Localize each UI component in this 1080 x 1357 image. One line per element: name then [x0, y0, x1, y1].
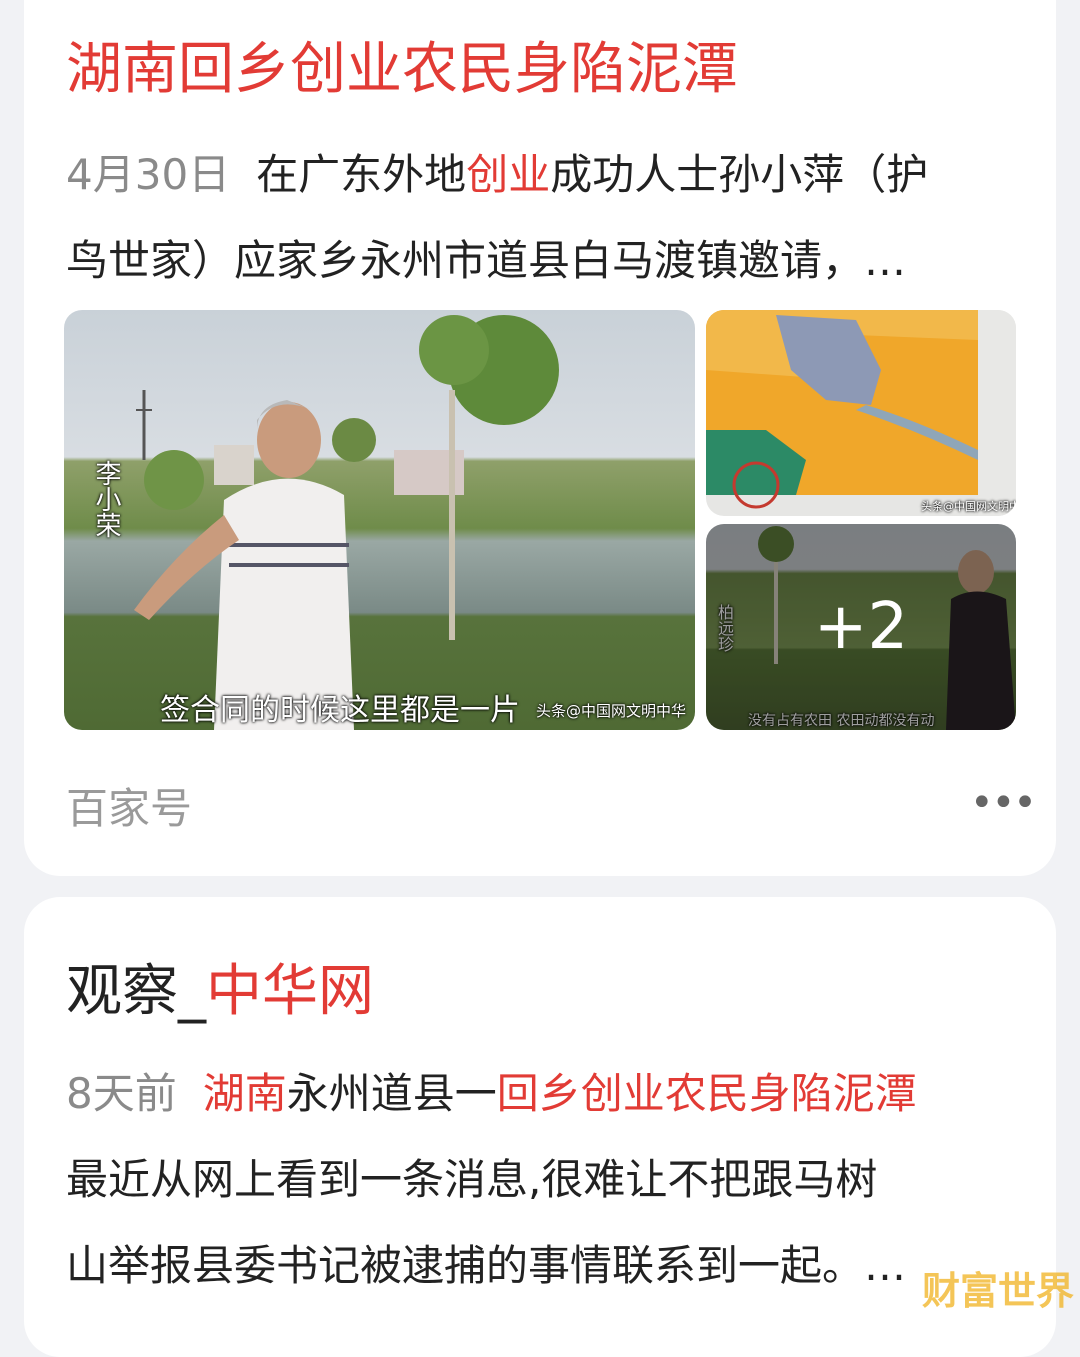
snippet-text: 最近从网上看到一条消息,很难让不把跟马树: [66, 1137, 1026, 1223]
snippet-highlight: 创业: [466, 150, 550, 199]
map-illustration: [706, 310, 1016, 516]
result-title[interactable]: 湖南回乡创业农民身陷泥潭: [66, 35, 738, 105]
watermark-logo: 财富世界: [922, 1260, 1074, 1315]
image-credit: 头条@中国网文明中华: [921, 498, 1016, 514]
person-name-caption: 李小荣: [88, 460, 125, 538]
result-date: 8天前: [66, 1069, 177, 1118]
title-text: 观察_: [66, 959, 206, 1024]
result-image-map[interactable]: 头条@中国网文明中华: [706, 310, 1016, 516]
more-images-count[interactable]: +2: [706, 524, 1016, 730]
video-subtitle: 签合同的时候这里都是一片: [160, 685, 520, 729]
image-credit: 头条@中国网文明中华: [536, 700, 686, 721]
snippet-text: 成功人士孙小萍（护: [550, 150, 928, 199]
result-card-2[interactable]: 观察_中华网 8天前湖南永州道县一回乡创业农民身陷泥潭 最近从网上看到一条消息,…: [24, 897, 1056, 1357]
more-dots-icon[interactable]: •••: [970, 780, 1035, 826]
snippet-highlight: 回乡创业农民身陷泥潭: [497, 1069, 917, 1118]
snippet-text: 鸟世家）应家乡永州市道县白马渡镇邀请，…: [66, 218, 1026, 304]
photo-illustration: [64, 310, 695, 730]
result-title[interactable]: 观察_中华网: [66, 957, 374, 1027]
result-snippet: 4月30日在广东外地创业成功人士孙小萍（护 鸟世家）应家乡永州市道县白马渡镇邀请…: [66, 132, 1026, 304]
result-date: 4月30日: [66, 150, 230, 199]
snippet-text: 山举报县委书记被逮捕的事情联系到一起。…: [66, 1223, 1026, 1309]
snippet-text: 永州道县一: [287, 1069, 497, 1118]
result-image-field[interactable]: 柏远珍 没有占有农田 农田动都没有动 +2: [706, 524, 1016, 730]
result-image-main[interactable]: 李小荣 签合同的时候这里都是一片 头条@中国网文明中华: [64, 310, 695, 730]
result-snippet: 8天前湖南永州道县一回乡创业农民身陷泥潭 最近从网上看到一条消息,很难让不把跟马…: [66, 1051, 1026, 1309]
result-card-1[interactable]: 湖南回乡创业农民身陷泥潭 4月30日在广东外地创业成功人士孙小萍（护 鸟世家）应…: [24, 0, 1056, 876]
snippet-text: 在广东外地: [256, 150, 466, 199]
result-source[interactable]: 百家号: [66, 775, 192, 836]
title-highlight: 中华网: [206, 959, 374, 1024]
snippet-highlight: 湖南: [203, 1069, 287, 1118]
